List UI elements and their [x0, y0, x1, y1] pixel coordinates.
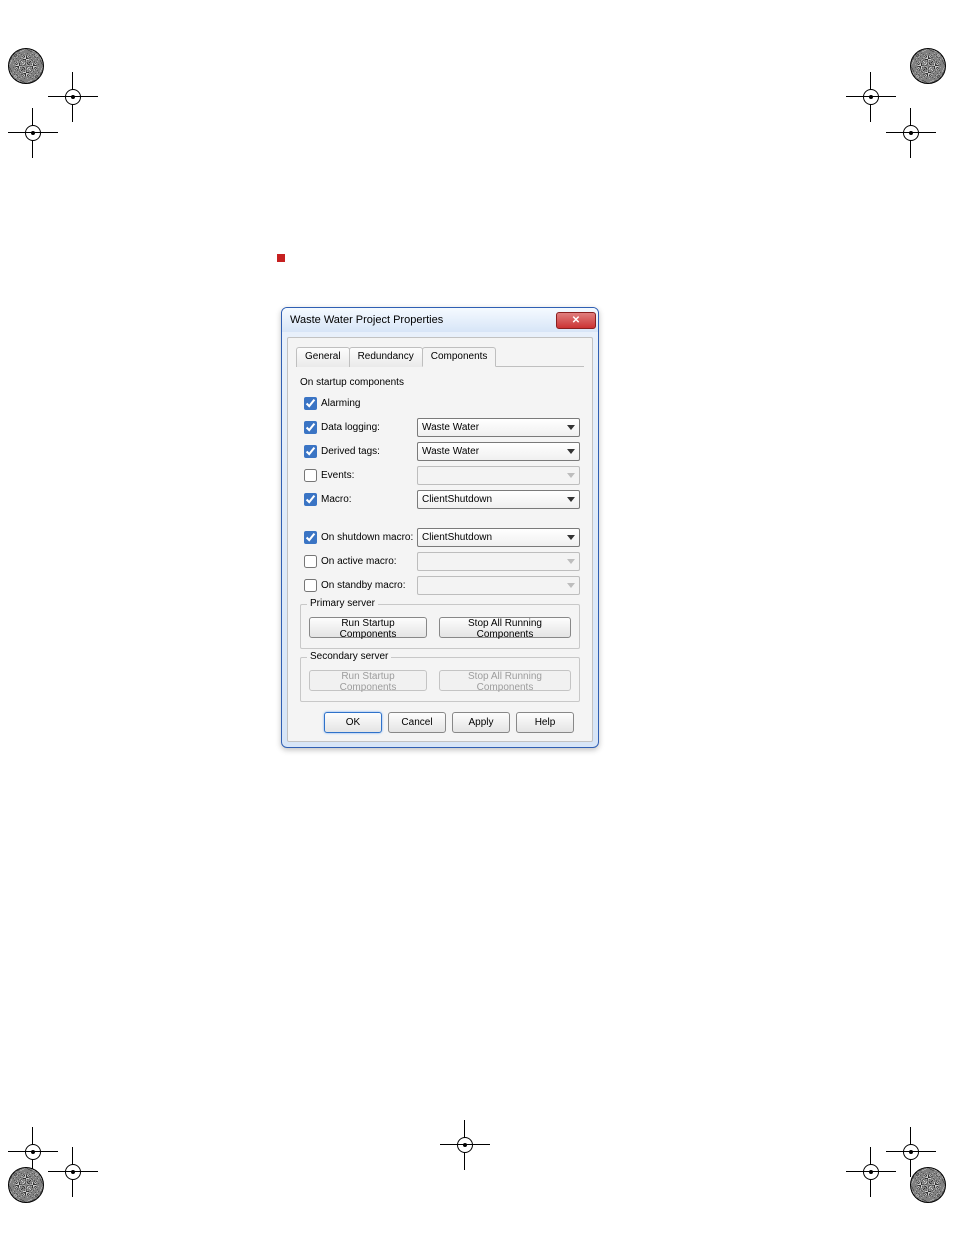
events-checkbox[interactable] [304, 469, 317, 482]
onshutdown-combo[interactable]: ClientShutdown [417, 528, 580, 547]
chevron-down-icon [567, 473, 575, 478]
events-label: Events: [321, 470, 417, 481]
chevron-down-icon [567, 535, 575, 540]
row-events: Events: [300, 464, 580, 486]
row-macro: Macro: ClientShutdown [300, 488, 580, 510]
alarming-label: Alarming [321, 398, 360, 409]
close-button[interactable]: ✕ [556, 312, 596, 329]
onstandby-combo [417, 576, 580, 595]
cancel-button[interactable]: Cancel [388, 712, 446, 733]
row-derivedtags: Derived tags: Waste Water [300, 440, 580, 462]
datalogging-combo[interactable]: Waste Water [417, 418, 580, 437]
onactive-label: On active macro: [321, 556, 417, 567]
onactive-checkbox[interactable] [304, 555, 317, 568]
close-icon: ✕ [572, 315, 580, 326]
components-panel: On startup components Alarming Data logg… [292, 367, 588, 737]
onactive-combo [417, 552, 580, 571]
secondary-run-button: Run Startup Components [309, 670, 427, 691]
startup-section-label: On startup components [300, 377, 580, 388]
derivedtags-checkbox[interactable] [304, 445, 317, 458]
bullet-marker [277, 254, 285, 262]
datalogging-checkbox[interactable] [304, 421, 317, 434]
derivedtags-combo[interactable]: Waste Water [417, 442, 580, 461]
secondary-server-group: Secondary server Run Startup Components … [300, 657, 580, 702]
onshutdown-label: On shutdown macro: [321, 532, 417, 543]
events-combo [417, 466, 580, 485]
macro-value: ClientShutdown [422, 494, 492, 505]
primary-run-button[interactable]: Run Startup Components [309, 617, 427, 638]
row-onshutdown: On shutdown macro: ClientShutdown [300, 526, 580, 548]
project-properties-dialog: Waste Water Project Properties ✕ General… [281, 307, 599, 748]
chevron-down-icon [567, 583, 575, 588]
onstandby-checkbox[interactable] [304, 579, 317, 592]
chevron-down-icon [567, 559, 575, 564]
apply-button[interactable]: Apply [452, 712, 510, 733]
dialog-buttons: OK Cancel Apply Help [300, 702, 580, 737]
alarming-checkbox[interactable] [304, 397, 317, 410]
row-onstandby: On standby macro: [300, 574, 580, 596]
macro-combo[interactable]: ClientShutdown [417, 490, 580, 509]
primary-stop-button[interactable]: Stop All Running Components [439, 617, 571, 638]
help-button[interactable]: Help [516, 712, 574, 733]
chevron-down-icon [567, 425, 575, 430]
ok-button[interactable]: OK [324, 712, 382, 733]
tab-components[interactable]: Components [422, 347, 497, 367]
tab-redundancy[interactable]: Redundancy [349, 347, 423, 367]
chevron-down-icon [567, 449, 575, 454]
datalogging-value: Waste Water [422, 422, 479, 433]
macro-checkbox[interactable] [304, 493, 317, 506]
primary-legend: Primary server [307, 598, 378, 609]
titlebar[interactable]: Waste Water Project Properties ✕ [282, 308, 598, 332]
dialog-client-area: General Redundancy Components On startup… [287, 337, 593, 742]
window-title: Waste Water Project Properties [290, 314, 556, 326]
derivedtags-label: Derived tags: [321, 446, 417, 457]
chevron-down-icon [567, 497, 575, 502]
row-alarming: Alarming [300, 392, 580, 414]
derivedtags-value: Waste Water [422, 446, 479, 457]
macro-label: Macro: [321, 494, 417, 505]
datalogging-label: Data logging: [321, 422, 417, 433]
secondary-legend: Secondary server [307, 651, 391, 662]
tabs: General Redundancy Components [296, 346, 584, 367]
secondary-stop-button: Stop All Running Components [439, 670, 571, 691]
row-onactive: On active macro: [300, 550, 580, 572]
primary-server-group: Primary server Run Startup Components St… [300, 604, 580, 649]
onshutdown-value: ClientShutdown [422, 532, 492, 543]
onstandby-label: On standby macro: [321, 580, 417, 591]
onshutdown-checkbox[interactable] [304, 531, 317, 544]
row-datalogging: Data logging: Waste Water [300, 416, 580, 438]
tab-general[interactable]: General [296, 347, 350, 367]
